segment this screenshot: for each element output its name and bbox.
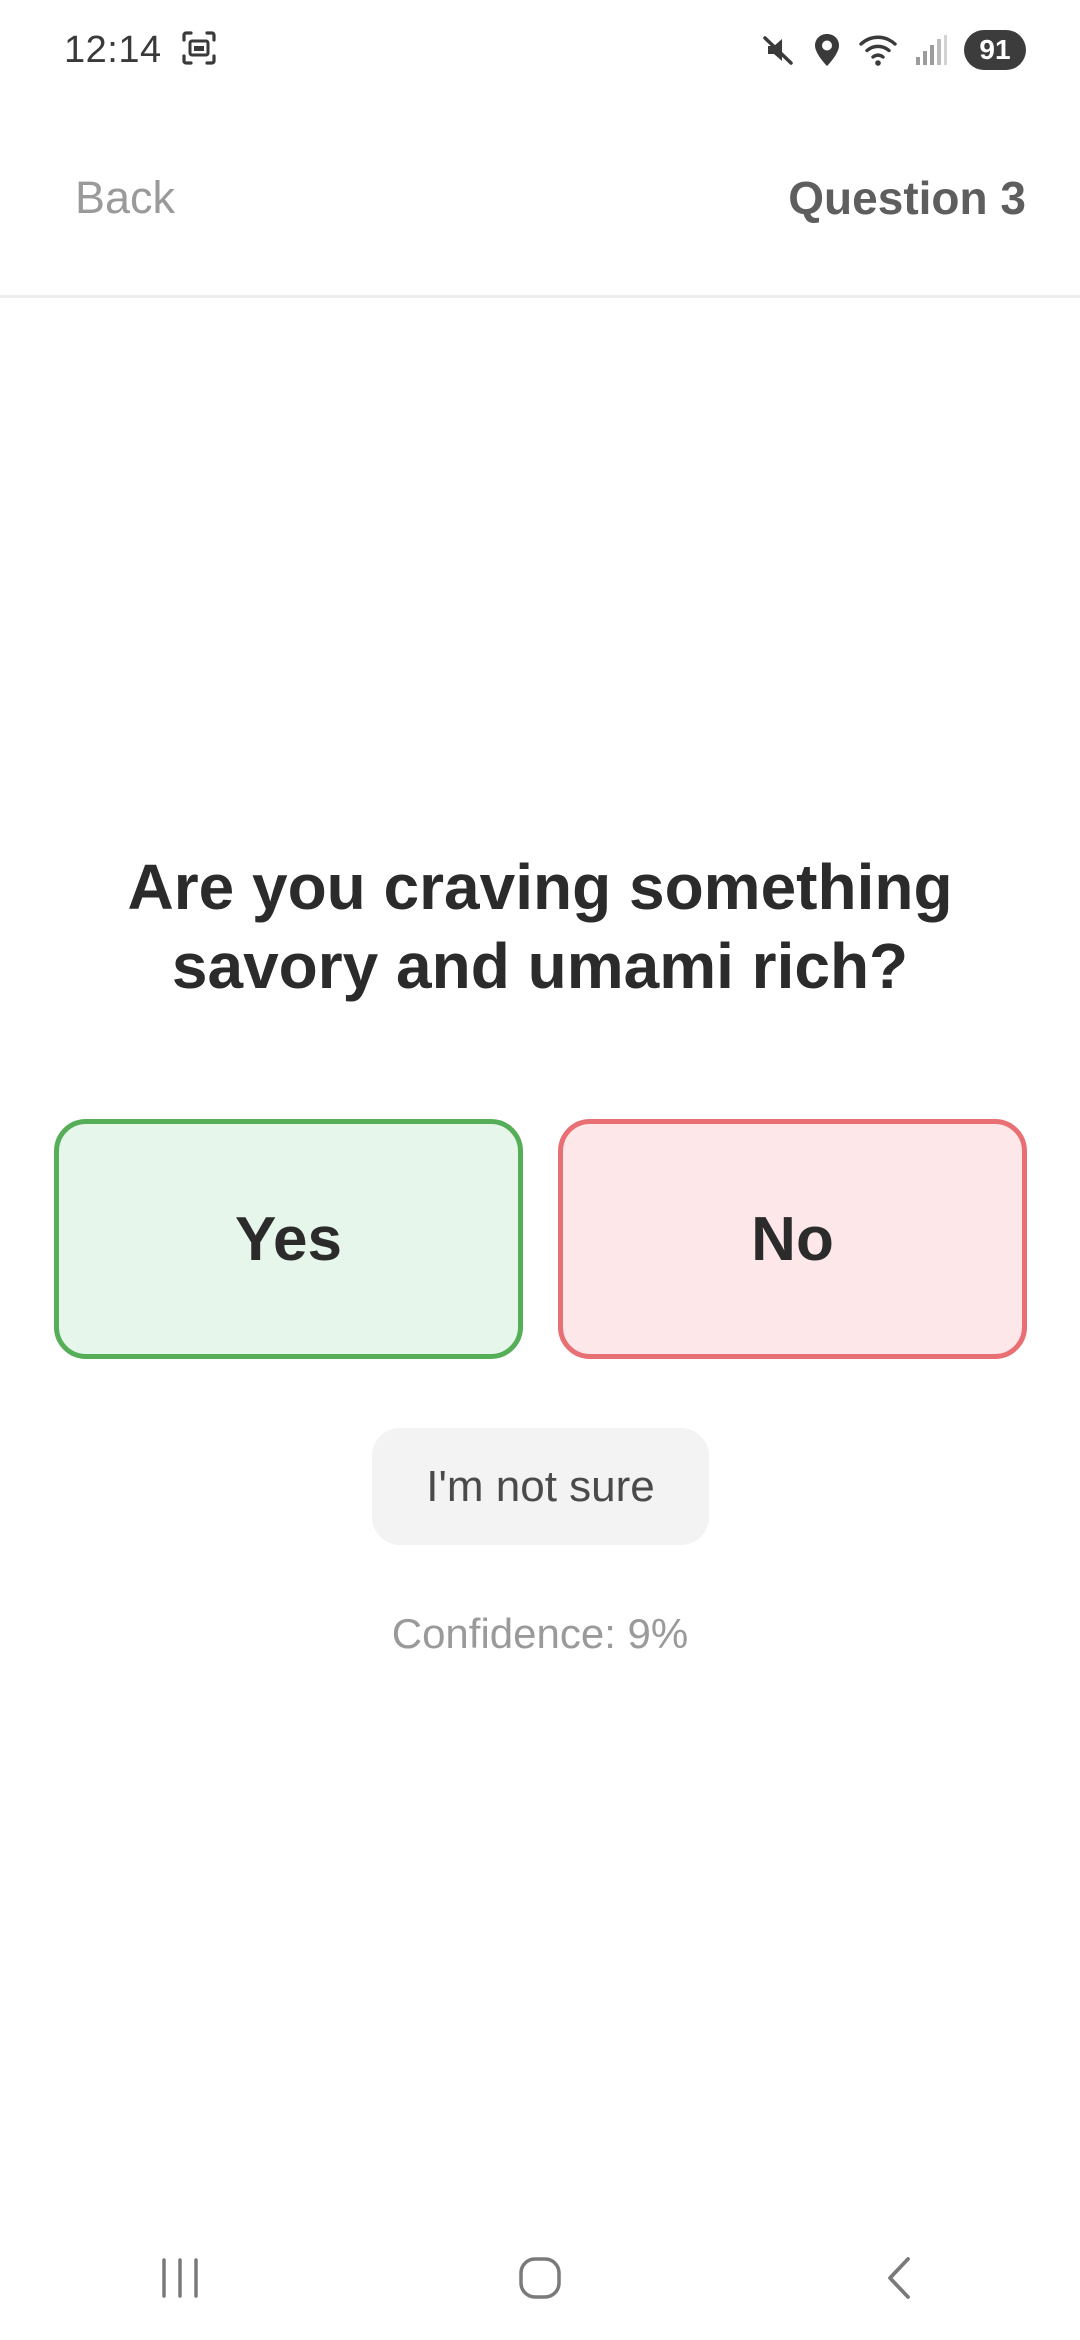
system-back-button[interactable] [840, 2220, 960, 2340]
screen: 12:14 91 Back Question 3 Are you craving… [0, 0, 1080, 2340]
battery-indicator: 91 [964, 30, 1026, 70]
mute-icon [760, 32, 796, 68]
signal-icon [914, 33, 948, 67]
wifi-icon [858, 33, 898, 67]
question-number: Question 3 [788, 171, 1026, 224]
home-button[interactable] [480, 2220, 600, 2340]
status-time: 12:14 [64, 28, 162, 71]
back-icon [880, 2254, 920, 2307]
app-header: Back Question 3 [0, 100, 1080, 298]
not-sure-button[interactable]: I'm not sure [372, 1428, 709, 1545]
status-left: 12:14 [64, 29, 218, 72]
home-icon [516, 2254, 564, 2307]
back-button[interactable]: Back [75, 172, 175, 224]
status-right: 91 [760, 30, 1026, 70]
no-button[interactable]: No [558, 1119, 1027, 1359]
yes-button-label: Yes [235, 1204, 342, 1274]
answer-row: Yes No [54, 1119, 1027, 1359]
not-sure-button-label: I'm not sure [426, 1461, 655, 1511]
confidence-text: Confidence: 9% [391, 1610, 689, 1657]
system-nav-bar [0, 2220, 1080, 2340]
status-bar: 12:14 91 [0, 0, 1080, 100]
no-button-label: No [751, 1204, 834, 1274]
recents-button[interactable] [120, 2220, 240, 2340]
question-text: Are you craving something savory and uma… [127, 851, 953, 1002]
screenshot-icon [180, 29, 218, 72]
yes-button[interactable]: Yes [54, 1119, 523, 1359]
recents-icon [156, 2256, 204, 2305]
location-icon [812, 32, 842, 68]
